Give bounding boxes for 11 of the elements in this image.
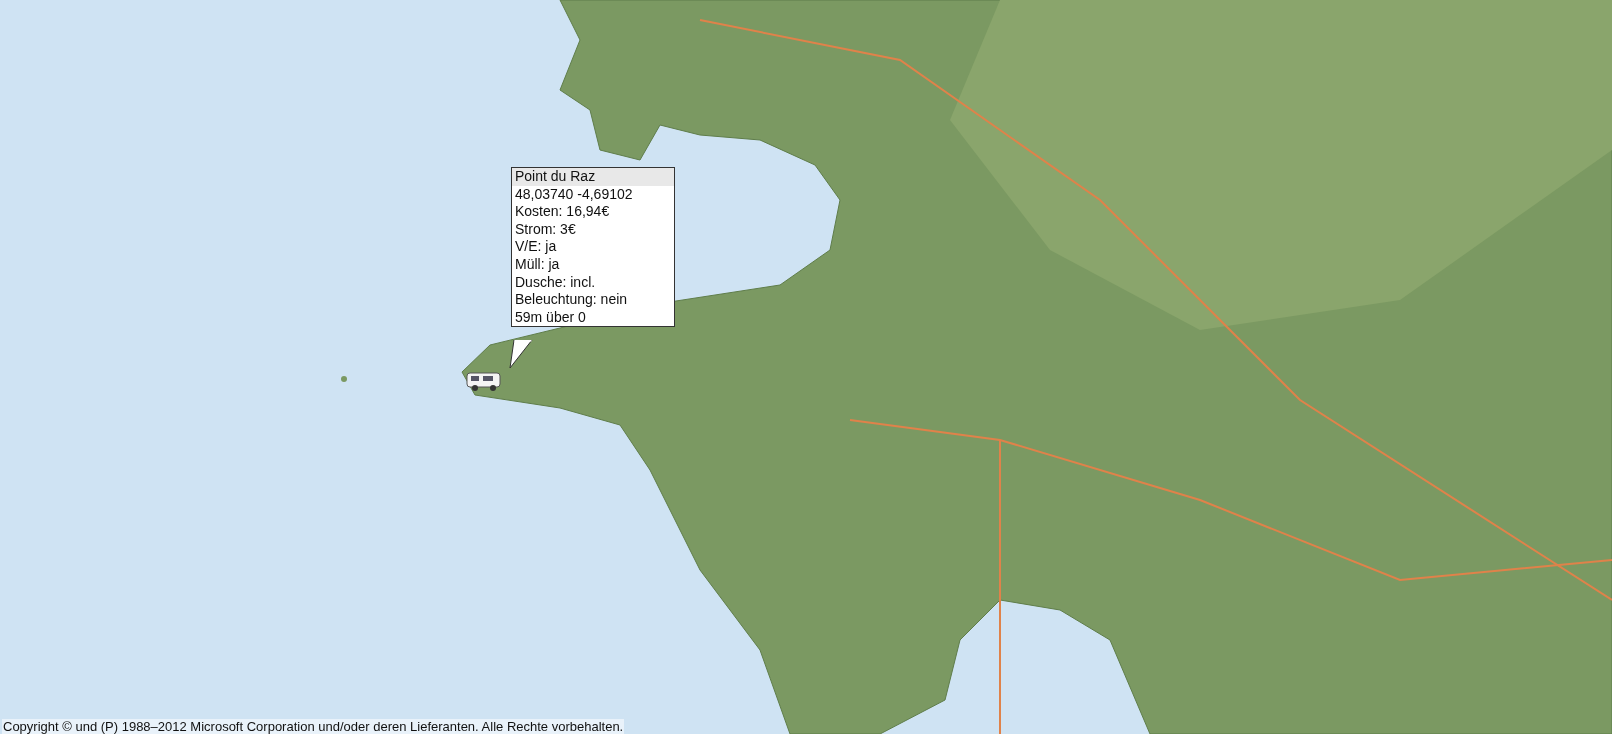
copyright-text: Copyright © und (P) 1988–2012 Microsoft Corporation und/oder deren Lieferanten. Alle Rechte vorbehalten.: [2, 719, 625, 734]
popup-title: Point du Raz: [512, 168, 674, 186]
popup-line: Müll: ja: [514, 255, 561, 274]
popup-line: Strom: 3€: [514, 220, 577, 239]
popup-line: Kosten: 16,94€: [514, 203, 611, 221]
camper-van-icon[interactable]: [466, 370, 502, 392]
popup-line: 59m über 0: [514, 308, 587, 327]
popup-line: V/E: ja: [514, 238, 558, 256]
popup-line: 48,03740 -4,69102: [514, 185, 634, 204]
popup-line: Beleuchtung: nein: [514, 291, 629, 309]
popup-line: Dusche: incl.: [514, 273, 597, 292]
